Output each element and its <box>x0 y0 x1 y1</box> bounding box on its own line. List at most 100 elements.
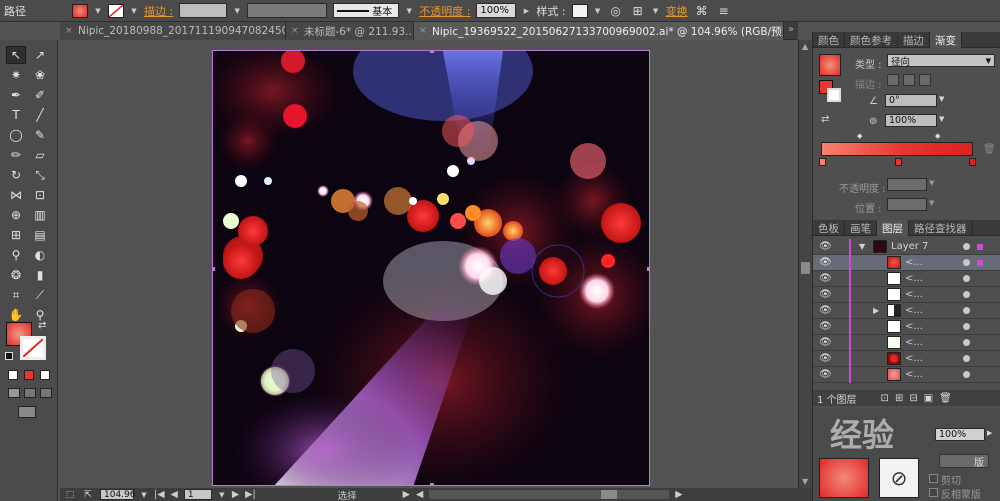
gradient-ramp[interactable] <box>821 142 973 156</box>
fill-dropdown-icon[interactable]: ▼ <box>94 4 102 18</box>
tab-color[interactable]: 颜色 <box>813 32 845 48</box>
zoom-dropdown-icon[interactable]: ▼ <box>140 489 148 500</box>
sublayer-row[interactable]: 👁 <... <box>813 271 1000 287</box>
transform-label[interactable]: 变换 <box>666 3 688 19</box>
slice-tool-icon[interactable]: ⟋ <box>30 286 50 304</box>
sublayer-name[interactable]: <... <box>905 321 923 332</box>
delete-stop-icon[interactable]: 🗑 <box>983 144 996 155</box>
type-tool-icon[interactable]: T <box>6 106 26 124</box>
visibility-eye-icon[interactable]: 👁 <box>819 321 832 332</box>
visibility-eye-icon[interactable]: 👁 <box>819 273 832 284</box>
angle-field[interactable]: 0° <box>885 94 937 107</box>
sublayer-row[interactable]: 👁 ▶ <... <box>813 303 1000 319</box>
stroke-option-icon[interactable] <box>903 74 915 86</box>
stop-opacity-dropdown-icon[interactable]: ▼ <box>929 179 934 187</box>
none-mode-icon[interactable] <box>40 370 50 380</box>
tabs-overflow-icon[interactable]: » <box>788 24 794 35</box>
visibility-eye-icon[interactable]: 👁 <box>819 241 832 252</box>
page-dropdown-icon[interactable]: ▼ <box>218 489 226 500</box>
screen-mode-icon[interactable] <box>18 406 36 418</box>
color-mode-icon[interactable] <box>8 370 18 380</box>
tab-gradient[interactable]: 渐变 <box>930 32 962 48</box>
sublayer-name[interactable]: <... <box>905 257 923 268</box>
gradient-stop-start[interactable] <box>819 158 826 166</box>
close-tab-icon[interactable]: × <box>419 26 427 36</box>
reverse-gradient-icon[interactable]: ⇄ <box>821 114 829 125</box>
stroke-weight-field[interactable] <box>179 3 228 18</box>
chart-tool-icon[interactable]: ▥ <box>30 206 50 224</box>
hscroll-thumb[interactable] <box>601 490 618 499</box>
aspect-dropdown-icon[interactable]: ▼ <box>939 115 944 123</box>
sublayer-name[interactable]: <... <box>905 369 923 380</box>
sublayer-name[interactable]: <... <box>905 337 923 348</box>
target-circle-icon[interactable] <box>963 307 970 314</box>
scale-tool-icon[interactable]: ⤡ <box>30 166 50 184</box>
angle-dropdown-icon[interactable]: ▼ <box>939 95 944 103</box>
target-circle-icon[interactable] <box>963 291 970 298</box>
mesh-tool-icon[interactable]: ⊞ <box>6 226 26 244</box>
width-tool-icon[interactable]: ⋈ <box>6 186 26 204</box>
style-swatch[interactable] <box>571 3 588 18</box>
doc-tab-2[interactable]: × 未标题-6* @ 211.93... <box>286 22 414 40</box>
hscroll-left-icon[interactable]: ◀ <box>416 489 423 500</box>
curvature-tool-icon[interactable]: ✐ <box>30 86 50 104</box>
sublayer-row[interactable]: 👁 <... <box>813 287 1000 303</box>
target-circle-icon[interactable] <box>963 275 970 282</box>
stroke-mini-icon[interactable] <box>827 88 841 102</box>
gradient-preview-swatch[interactable] <box>819 54 841 76</box>
gradient-mode-icon[interactable] <box>24 370 34 380</box>
sublayer-row[interactable]: 👁 <... <box>813 255 1000 271</box>
tab-swatches[interactable]: 色板 <box>813 220 845 236</box>
stroke-none-swatch[interactable] <box>108 3 124 18</box>
midpoint-diamond-icon[interactable]: ◆ <box>935 132 940 140</box>
symbol-sprayer-tool-icon[interactable]: ❂ <box>6 266 26 284</box>
sublayer-row[interactable]: 👁 <... <box>813 319 1000 335</box>
column-graph-tool-icon[interactable]: ▮ <box>30 266 50 284</box>
next-page-icon[interactable]: ▶ <box>232 489 239 500</box>
paintbrush-tool-icon[interactable]: ✎ <box>30 126 50 144</box>
selection-square-icon[interactable] <box>977 259 983 266</box>
anchor-point[interactable] <box>213 267 215 271</box>
tab-pathfinder[interactable]: 路径查找器 <box>909 220 973 236</box>
opacity-label[interactable]: 不透明度 : <box>419 3 470 19</box>
brush-dropdown-icon[interactable]: ▼ <box>405 4 413 18</box>
visibility-eye-icon[interactable]: 👁 <box>819 305 832 316</box>
lasso-tool-icon[interactable]: ❀ <box>30 66 50 84</box>
opacity-arrow-icon[interactable]: ▶ <box>522 4 530 18</box>
stroke-color-box[interactable] <box>20 336 46 360</box>
ellipse-tool-icon[interactable]: ◯ <box>6 126 26 144</box>
gradient-stop-mid[interactable] <box>895 158 902 166</box>
artboard-tool-icon[interactable]: ⌗ <box>6 286 26 304</box>
visibility-eye-icon[interactable]: 👁 <box>819 353 832 364</box>
free-transform-tool-icon[interactable]: ⊡ <box>30 186 50 204</box>
stop-location-field[interactable] <box>887 198 927 211</box>
brush-style-field[interactable]: 基本 <box>333 3 400 18</box>
clip-checkbox[interactable] <box>929 474 938 483</box>
draw-inside-icon[interactable] <box>40 388 52 398</box>
stroke-option-icon[interactable] <box>887 74 899 86</box>
first-page-icon[interactable]: |◀ <box>154 489 165 500</box>
anchor-point[interactable] <box>430 483 434 485</box>
pencil-tool-icon[interactable]: ✏ <box>6 146 26 164</box>
visibility-eye-icon[interactable]: 👁 <box>819 337 832 348</box>
swap-colors-icon[interactable]: ⇄ <box>38 320 46 331</box>
zoom-field[interactable]: 104.96 <box>100 489 136 500</box>
visibility-eye-icon[interactable]: 👁 <box>819 257 832 268</box>
sublayer-name[interactable]: <... <box>905 353 923 364</box>
tab-brushes[interactable]: 画笔 <box>845 220 877 236</box>
make-clip-mask-icon[interactable]: ⊞ <box>895 393 903 404</box>
doc-tab-3[interactable]: × Nipic_19369522_20150627133700969002.ai… <box>414 22 784 40</box>
horizontal-scrollbar[interactable] <box>429 490 670 499</box>
scrollbar-thumb[interactable] <box>801 262 810 274</box>
align-dropdown-icon[interactable]: ▼ <box>652 4 660 18</box>
stroke-option-icon[interactable] <box>919 74 931 86</box>
visibility-eye-icon[interactable]: 👁 <box>819 289 832 300</box>
layer-name[interactable]: Layer 7 <box>891 241 928 252</box>
sublayer-row[interactable]: 👁 <... <box>813 351 1000 367</box>
stop-location-dropdown-icon[interactable]: ▼ <box>929 199 934 207</box>
target-circle-icon[interactable] <box>963 259 970 266</box>
vertical-scrollbar[interactable]: ▲ ▼ <box>798 40 812 488</box>
sublayer-row[interactable]: 👁 <... <box>813 335 1000 351</box>
page-field[interactable]: 1 <box>183 489 212 500</box>
blend-tool-icon[interactable]: ◐ <box>30 246 50 264</box>
